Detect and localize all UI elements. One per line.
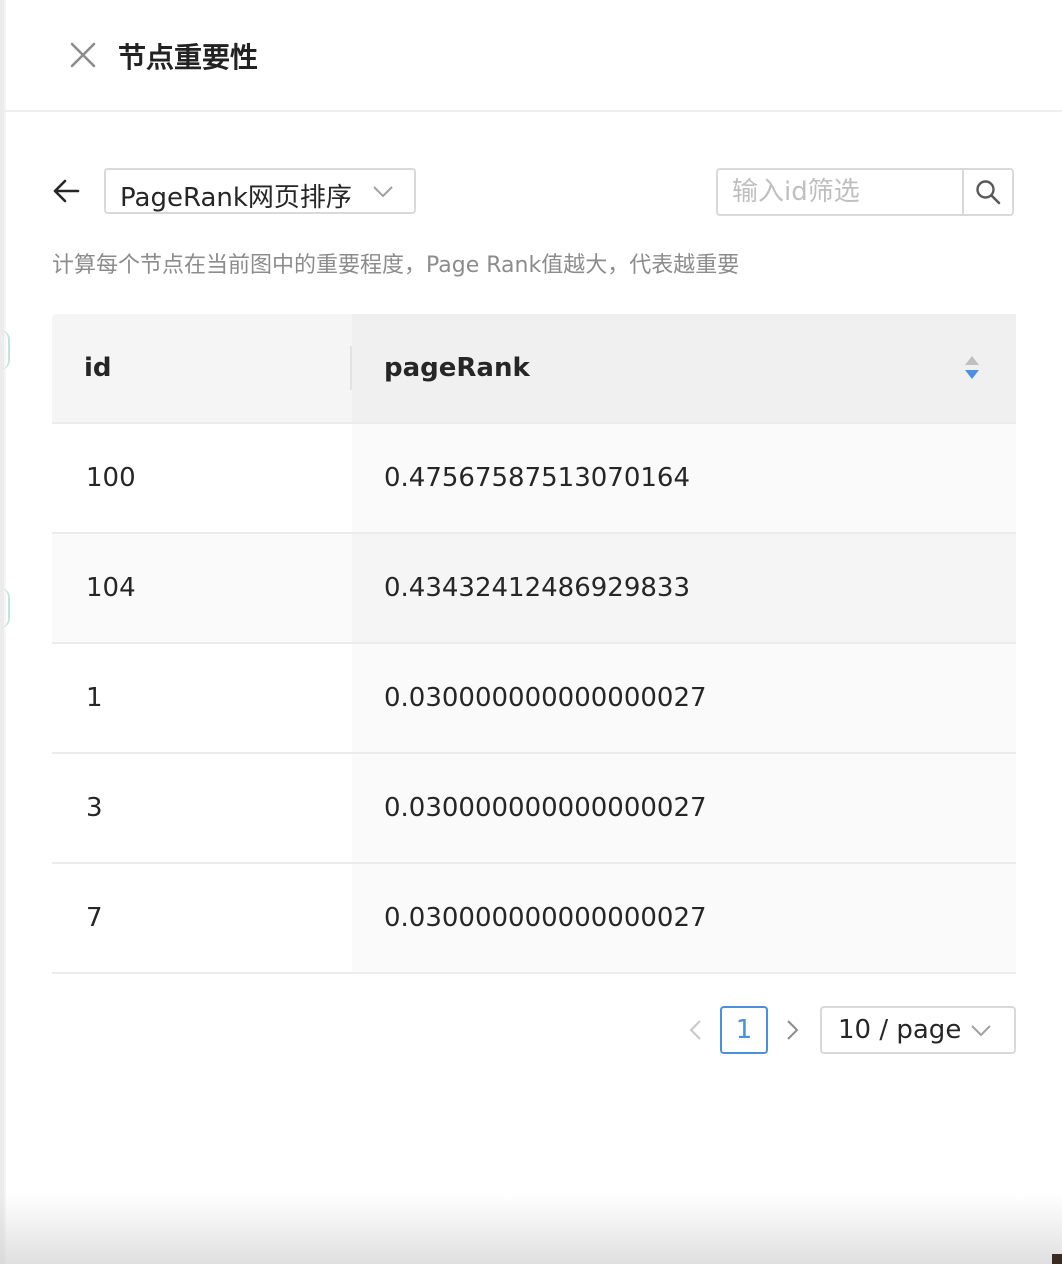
pagerank-table: id pageRank 100 0.47567587513070164 104 … — [52, 314, 1016, 974]
sort-icon[interactable] — [962, 354, 982, 382]
page-size-select[interactable]: 10 / page — [820, 1006, 1016, 1054]
search-box — [716, 168, 1014, 216]
table-row: 100 0.47567587513070164 — [52, 424, 1016, 534]
algorithm-description: 计算每个节点在当前图中的重要程度，Page Rank值越大，代表越重要 — [52, 253, 740, 278]
cell-id: 100 — [86, 463, 136, 493]
close-button[interactable] — [66, 38, 100, 72]
search-icon — [976, 180, 1001, 205]
algorithm-select[interactable]: PageRank网页排序 — [104, 168, 416, 214]
page-title: 节点重要性 — [118, 41, 259, 74]
cell-pagerank: 0.030000000000000027 — [384, 793, 707, 823]
cell-id: 1 — [86, 683, 103, 713]
table-row: 104 0.43432412486929833 — [52, 534, 1016, 644]
search-button[interactable] — [962, 170, 1012, 214]
back-button[interactable] — [50, 174, 84, 208]
background-corner — [1052, 1254, 1062, 1264]
column-header-pagerank[interactable]: pageRank — [384, 314, 530, 422]
table-row: 3 0.030000000000000027 — [52, 754, 1016, 864]
chevron-down-icon — [373, 186, 393, 198]
table-header: id pageRank — [52, 314, 1016, 424]
page-number-button[interactable]: 1 — [720, 1006, 768, 1054]
column-header-id: id — [84, 353, 112, 383]
table-row: 1 0.030000000000000027 — [52, 644, 1016, 754]
column-divider — [350, 346, 352, 390]
cell-id: 7 — [86, 903, 103, 933]
cell-pagerank: 0.030000000000000027 — [384, 683, 707, 713]
table-row: 7 0.030000000000000027 — [52, 864, 1016, 974]
cell-id: 104 — [86, 573, 136, 603]
arrow-left-icon — [53, 179, 80, 203]
chevron-left-icon[interactable] — [684, 1018, 708, 1042]
cell-pagerank: 0.030000000000000027 — [384, 903, 707, 933]
pagination: 1 10 / page — [0, 1006, 1062, 1054]
close-icon — [70, 42, 96, 68]
chevron-right-icon[interactable] — [780, 1018, 804, 1042]
background-panel-edge — [0, 0, 6, 1264]
cell-pagerank: 0.47567587513070164 — [384, 463, 691, 493]
cell-id: 3 — [86, 793, 103, 823]
page-size-value: 10 / page — [838, 1015, 962, 1045]
search-input[interactable] — [718, 170, 966, 214]
background-graph-edge — [0, 330, 10, 370]
chevron-down-icon — [971, 1025, 991, 1037]
background-graph-edge — [0, 588, 10, 628]
algorithm-select-value: PageRank网页排序 — [120, 183, 352, 213]
bottom-shadow — [0, 1194, 1062, 1264]
cell-pagerank: 0.43432412486929833 — [384, 573, 691, 603]
drawer-header: 节点重要性 — [4, 0, 1062, 112]
